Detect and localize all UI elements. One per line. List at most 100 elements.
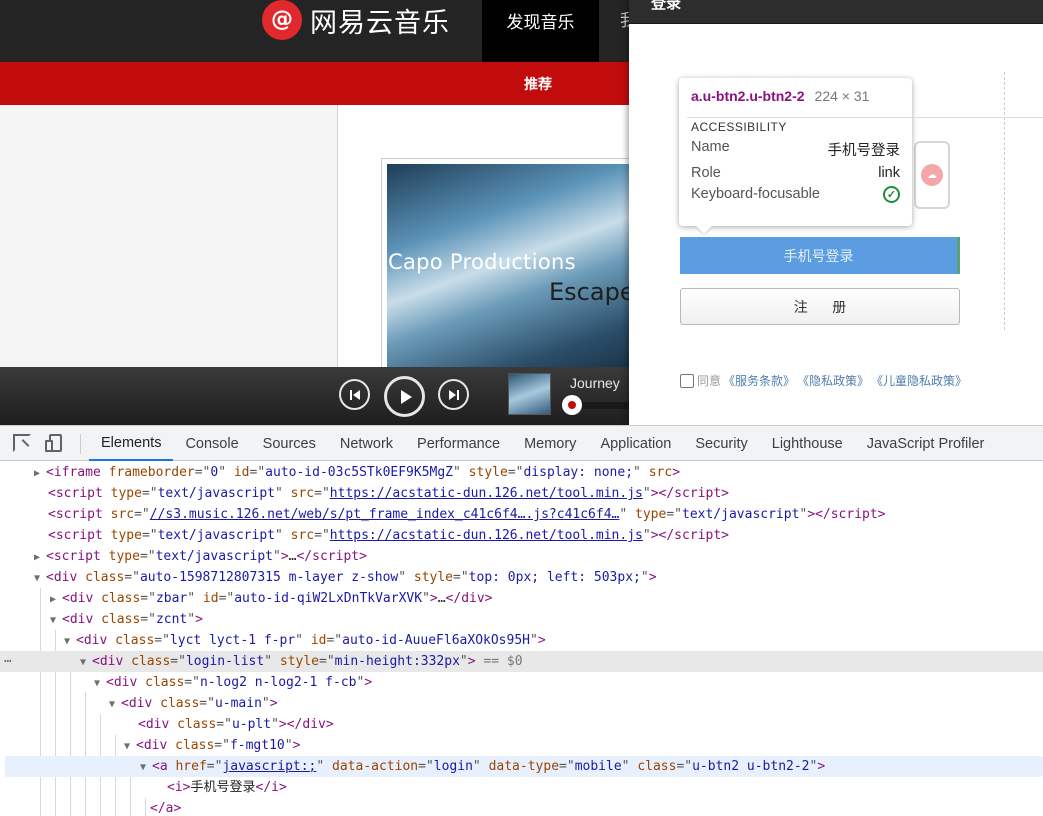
terms-checkbox[interactable] (680, 373, 694, 388)
tab-performance[interactable]: Performance (405, 426, 512, 461)
dom-node-row[interactable]: <script src="//s3.music.126.net/web/s/pt… (0, 504, 1043, 525)
tab-network[interactable]: Network (328, 426, 405, 461)
terms-of-service-link[interactable]: 《服务条款》 (723, 372, 795, 389)
dom-node-row[interactable]: ▼ <a href="javascript:;" data-action="log… (5, 756, 1043, 777)
site-logo[interactable]: @ 网易云音乐 (262, 0, 450, 40)
dom-node-row[interactable]: ▼ <div class="u-main"> (0, 693, 1043, 714)
terms-agreement: 同意 《服务条款》 《隐私政策》 《儿童隐私政策》 (680, 372, 967, 389)
more-options-icon[interactable]: ⋯ (4, 651, 12, 672)
tooltip-section-accessibility: ACCESSIBILITY (687, 116, 1043, 134)
dom-node-text: ▼ <div class="u-main"> (109, 696, 278, 711)
dom-node-row[interactable]: ▼ <div class="zcnt"> (0, 609, 1043, 630)
tab-console[interactable]: Console (173, 426, 250, 461)
dom-node-text: ▼ <div class="zcnt"> (50, 612, 203, 627)
inspect-element-icon[interactable] (13, 434, 31, 452)
play-button[interactable] (384, 376, 425, 417)
brand-name: 网易云音乐 (310, 7, 450, 39)
dom-node-text: <script src="//s3.music.126.net/web/s/pt… (48, 507, 886, 522)
dom-node-text: <i>手机号登录</i> (167, 780, 287, 795)
album-cover-subtitle: Escape (549, 278, 635, 306)
dom-node-row[interactable]: ▶ <iframe frameborder="0" id="auto-id-03c… (0, 462, 1043, 483)
devtools-toolbar: Elements Console Sources Network Perform… (0, 426, 1043, 461)
dom-node-row[interactable]: </a> (0, 798, 1043, 816)
tooltip-row-name: Name 手机号登录 (691, 139, 900, 160)
page-viewport: @ 网易云音乐 发现音乐 我 推荐 Capo Productions Escap… (0, 0, 1043, 425)
device-phone-shape (45, 440, 53, 452)
mobile-login-button[interactable]: 手机号登录 (680, 237, 960, 274)
dom-node-text: ▶ <iframe frameborder="0" id="auto-id-03c… (34, 465, 681, 480)
dom-node-row[interactable]: ▼ <div class="lyct lyct-1 f-pr" id="auto-… (0, 630, 1043, 651)
dom-node-text: ▶ <div class="zbar" id="auto-id-qiW2LxDnT… (50, 591, 493, 606)
progress-knob[interactable] (562, 395, 582, 415)
dom-node-text: ▼ <div class="login-list" style="min-heig… (80, 654, 523, 669)
children-privacy-link[interactable]: 《儿童隐私政策》 (871, 372, 967, 389)
dom-node-text: </a> (150, 801, 182, 816)
login-modal-title: 登录 (651, 0, 682, 12)
dom-node-text: ▼ <div class="lyct lyct-1 f-pr" id="auto-… (64, 633, 546, 648)
dom-node-text: ▼ <div class="auto-1598712807315 m-layer … (34, 570, 657, 585)
album-banner[interactable]: Capo Productions Escape (381, 158, 641, 373)
tooltip-section-line (687, 116, 1043, 138)
tab-application[interactable]: Application (588, 426, 683, 461)
tooltip-key: Name (691, 139, 730, 155)
dom-node-row[interactable]: ▼ <div class="login-list" style="min-heig… (0, 651, 1043, 672)
dom-node-text: <script type="text/javascript" src="http… (48, 528, 729, 543)
modal-divider (1004, 72, 1005, 330)
tooltip-key: Keyboard-focusable (691, 186, 820, 202)
dom-node-row[interactable]: ▼ <div class="n-log2 n-log2-1 f-cb"> (0, 672, 1043, 693)
next-icon (448, 389, 459, 400)
tab-js-profiler[interactable]: JavaScript Profiler (855, 426, 997, 461)
nav-discover-music[interactable]: 发现音乐 (482, 0, 599, 62)
dom-node-row[interactable]: ▼ <div class="auto-1598712807315 m-layer … (0, 567, 1043, 588)
tab-sources[interactable]: Sources (251, 426, 328, 461)
album-cover-title: Capo Productions (388, 250, 576, 274)
dom-node-text: <script type="text/javascript" src="http… (48, 486, 729, 501)
next-track-button[interactable] (438, 379, 469, 410)
progress-knob-dot (568, 401, 576, 409)
tab-lighthouse[interactable]: Lighthouse (760, 426, 855, 461)
tooltip-row-role: Role link (691, 165, 900, 181)
inspect-tooltip: a.u-btn2.u-btn2-2 224 × 31 ACCESSIBILITY… (679, 78, 1043, 234)
play-icon (400, 389, 412, 404)
dom-node-row[interactable]: ▼ <div class="f-mgt10"> (0, 735, 1043, 756)
tab-elements[interactable]: Elements (89, 426, 174, 461)
dom-node-text: ▼ <a href="javascript:;" data-action="log… (140, 759, 826, 774)
tab-memory[interactable]: Memory (512, 426, 588, 461)
privacy-policy-link[interactable]: 《隐私政策》 (797, 372, 869, 389)
tooltip-key: Role (691, 165, 721, 181)
tab-security[interactable]: Security (683, 426, 759, 461)
dom-node-row[interactable]: ▶ <script type="text/javascript">…</scrip… (0, 546, 1043, 567)
dom-node-row[interactable]: <script type="text/javascript" src="http… (0, 483, 1043, 504)
album-cover-image: Capo Productions Escape (387, 164, 635, 367)
dom-node-text: <div class="u-plt"></div> (138, 717, 334, 732)
dom-node-row[interactable]: ▶ <div class="zbar" id="auto-id-qiW2LxDnT… (0, 588, 1043, 609)
agree-label: 同意 (697, 374, 722, 388)
device-toggle-icon[interactable] (45, 434, 64, 452)
subnav-recommend[interactable]: 推荐 (524, 74, 552, 94)
track-cover-thumbnail[interactable] (508, 373, 551, 415)
elements-tree: ▶ <iframe frameborder="0" id="auto-id-03c… (0, 462, 1043, 816)
track-title[interactable]: Journey (570, 375, 620, 391)
tooltip-row-focusable: Keyboard-focusable ✓ (691, 186, 900, 203)
phone-illustration-icon: ☁ (914, 141, 950, 209)
prev-track-button[interactable] (339, 379, 370, 410)
dom-node-text: ▼ <div class="n-log2 n-log2-1 f-cb"> (94, 675, 373, 690)
toolbar-separator (80, 434, 81, 454)
dom-node-row[interactable]: <i>手机号登录</i> (0, 777, 1043, 798)
dom-node-text: ▼ <div class="f-mgt10"> (124, 738, 301, 753)
devtools-panel: Elements Console Sources Network Perform… (0, 425, 1043, 816)
devtools-tabs: Elements Console Sources Network Perform… (89, 426, 996, 461)
dom-node-row[interactable]: <script type="text/javascript" src="http… (0, 525, 1043, 546)
tooltip-header: a.u-btn2.u-btn2-2 224 × 31 (691, 88, 900, 104)
tooltip-selector: a.u-btn2.u-btn2-2 (691, 88, 805, 104)
dom-node-text: ▶ <script type="text/javascript">…</scrip… (34, 549, 367, 564)
tooltip-arrow (696, 226, 712, 234)
check-circle-icon: ✓ (883, 186, 900, 203)
dom-node-row[interactable]: <div class="u-plt"></div> (0, 714, 1043, 735)
tooltip-value: 手机号登录 (827, 143, 901, 159)
netease-music-logo-icon: @ (262, 0, 302, 40)
tooltip-size: 224 × 31 (814, 88, 870, 104)
login-modal-titlebar[interactable]: 登录 (629, 0, 1043, 24)
register-button[interactable]: 注 册 (680, 288, 960, 325)
cloud-icon: ☁ (921, 164, 943, 186)
